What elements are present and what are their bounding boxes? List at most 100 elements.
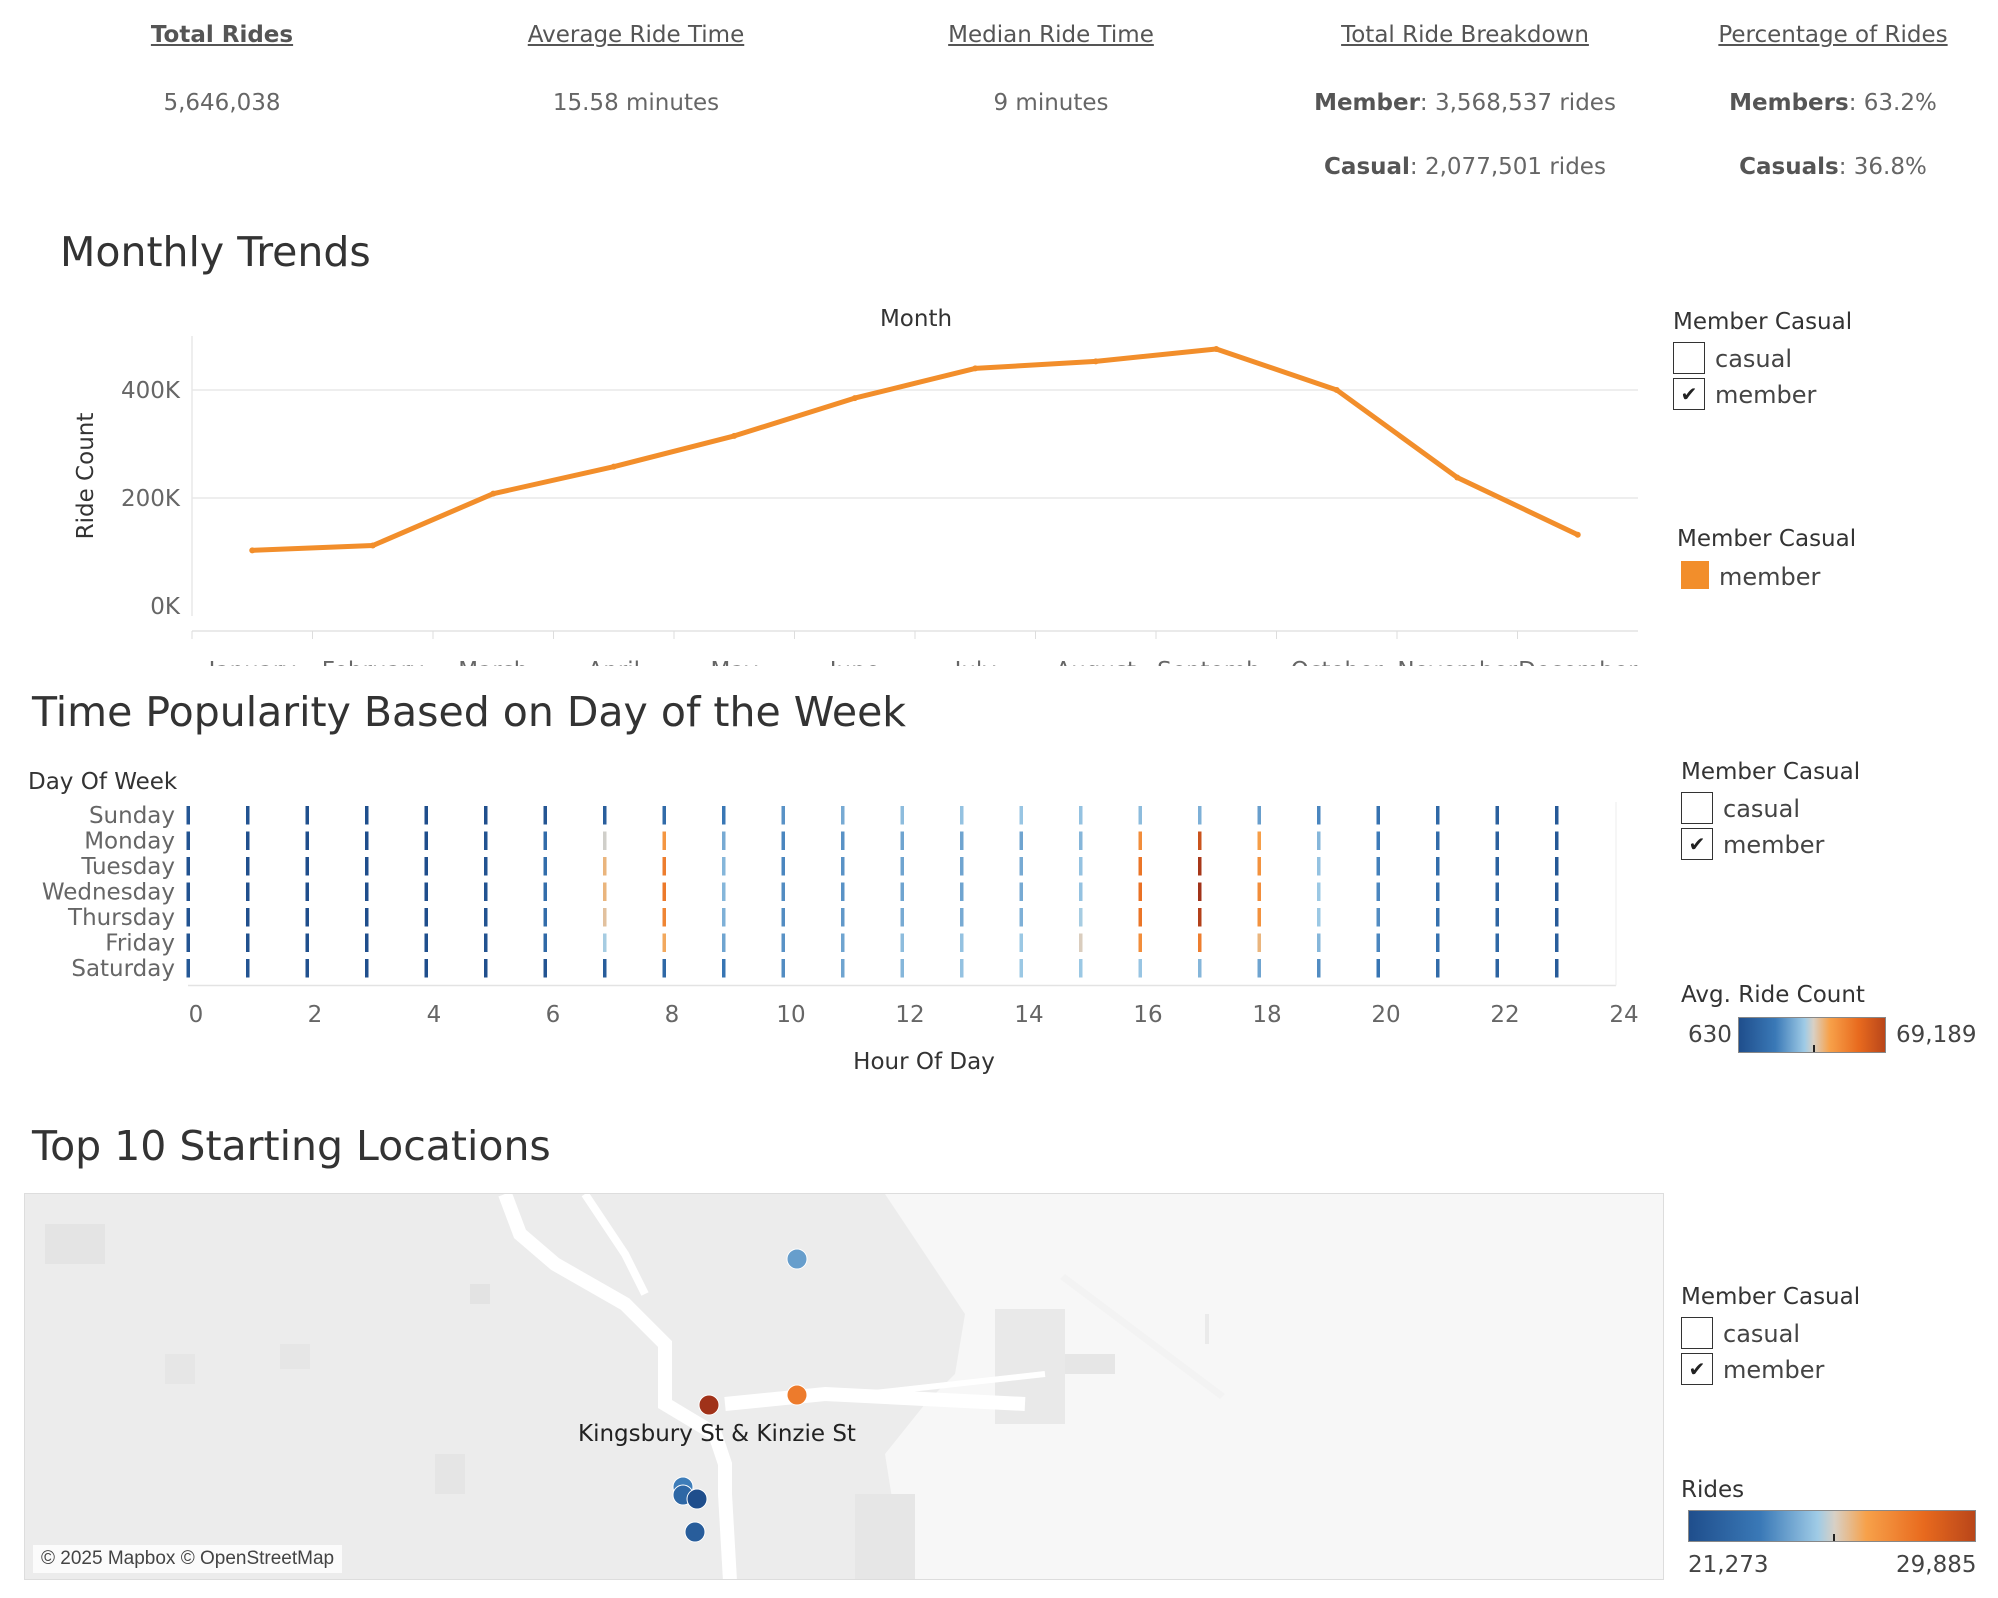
heat-mark[interactable] (246, 806, 250, 825)
heat-mark[interactable] (1495, 908, 1500, 927)
heat-mark[interactable] (722, 882, 726, 902)
location-point[interactable] (684, 1521, 706, 1543)
heat-mark[interactable] (603, 908, 607, 927)
heat-mark[interactable] (365, 959, 369, 978)
heat-mark[interactable] (900, 806, 905, 825)
heat-mark[interactable] (484, 959, 488, 978)
heat-mark[interactable] (1019, 959, 1024, 978)
heat-mark[interactable] (1198, 857, 1202, 876)
heat-mark[interactable] (1138, 857, 1143, 876)
heat-mark[interactable] (1198, 806, 1202, 825)
heat-mark[interactable] (1495, 857, 1500, 876)
heat-mark[interactable] (781, 933, 786, 953)
heat-mark[interactable] (1257, 959, 1262, 978)
heat-mark[interactable] (1079, 857, 1083, 876)
heat-mark[interactable] (1555, 908, 1559, 927)
heat-mark[interactable] (365, 933, 369, 953)
heat-mark[interactable] (1376, 959, 1381, 978)
heat-mark[interactable] (484, 857, 488, 876)
heat-mark[interactable] (186, 908, 191, 927)
location-point[interactable] (698, 1394, 720, 1416)
heat-mark[interactable] (1079, 882, 1083, 902)
heat-mark[interactable] (841, 806, 845, 825)
heat-mark[interactable] (841, 882, 845, 902)
heat-mark[interactable] (365, 806, 369, 825)
heat-mark[interactable] (1257, 831, 1262, 851)
heat-mark[interactable] (662, 908, 667, 927)
heat-mark[interactable] (543, 857, 548, 876)
heat-mark[interactable] (305, 857, 310, 876)
heat-mark[interactable] (1257, 882, 1262, 902)
heat-mark[interactable] (1436, 908, 1440, 927)
heat-mark[interactable] (484, 831, 488, 851)
heat-mark[interactable] (1317, 857, 1321, 876)
heat-mark[interactable] (1198, 959, 1202, 978)
heat-mark[interactable] (1317, 908, 1321, 927)
heat-mark[interactable] (1079, 831, 1083, 851)
heat-mark[interactable] (1198, 908, 1202, 927)
heat-mark[interactable] (722, 959, 726, 978)
locations-filter-member-label[interactable]: member (1723, 1356, 1824, 1384)
map-attribution[interactable]: © 2025 Mapbox © OpenStreetMap (33, 1545, 343, 1573)
heat-mark[interactable] (662, 959, 667, 978)
heat-mark[interactable] (841, 933, 845, 953)
heat-mark[interactable] (1138, 933, 1143, 953)
heat-mark[interactable] (305, 831, 310, 851)
heat-mark[interactable] (722, 806, 726, 825)
weekly-filter-casual-label[interactable]: casual (1723, 795, 1800, 823)
heat-mark[interactable] (246, 831, 250, 851)
heat-mark[interactable] (543, 831, 548, 851)
heat-mark[interactable] (424, 882, 429, 902)
heat-mark[interactable] (1495, 831, 1500, 851)
heat-mark[interactable] (1198, 882, 1202, 902)
heat-mark[interactable] (662, 806, 667, 825)
heat-mark[interactable] (424, 831, 429, 851)
monthly-filter-member-label[interactable]: member (1715, 381, 1816, 409)
heat-mark[interactable] (1019, 831, 1024, 851)
heat-mark[interactable] (305, 806, 310, 825)
heat-mark[interactable] (424, 857, 429, 876)
heat-mark[interactable] (1138, 806, 1143, 825)
locations-map[interactable]: Kingsbury St & Kinzie St © 2025 Mapbox ©… (24, 1193, 1664, 1580)
heat-mark[interactable] (1376, 831, 1381, 851)
heat-mark[interactable] (1555, 857, 1559, 876)
heat-mark[interactable] (781, 882, 786, 902)
heat-mark[interactable] (424, 908, 429, 927)
data-point[interactable] (851, 395, 858, 402)
heat-mark[interactable] (960, 882, 964, 902)
heat-mark[interactable] (900, 933, 905, 953)
heat-mark[interactable] (841, 831, 845, 851)
heat-mark[interactable] (960, 806, 964, 825)
heat-mark[interactable] (1198, 831, 1202, 851)
heat-mark[interactable] (662, 831, 667, 851)
heat-mark[interactable] (186, 857, 191, 876)
data-point[interactable] (1333, 387, 1340, 393)
heat-mark[interactable] (1376, 806, 1381, 825)
data-point[interactable] (1454, 474, 1461, 481)
heat-mark[interactable] (305, 882, 310, 902)
heat-mark[interactable] (1079, 959, 1083, 978)
heat-mark[interactable] (484, 908, 488, 927)
heat-mark[interactable] (603, 857, 607, 876)
heat-mark[interactable] (1138, 831, 1143, 851)
heat-mark[interactable] (1257, 908, 1262, 927)
heat-mark[interactable] (900, 831, 905, 851)
heat-mark[interactable] (603, 831, 607, 851)
heat-mark[interactable] (1495, 959, 1500, 978)
heat-mark[interactable] (1019, 908, 1024, 927)
heat-mark[interactable] (960, 908, 964, 927)
heat-mark[interactable] (543, 959, 548, 978)
heat-mark[interactable] (1376, 933, 1381, 953)
heat-mark[interactable] (722, 933, 726, 953)
heat-mark[interactable] (603, 882, 607, 902)
heat-mark[interactable] (424, 933, 429, 953)
location-point[interactable] (786, 1248, 808, 1270)
heat-mark[interactable] (543, 908, 548, 927)
heat-mark[interactable] (365, 908, 369, 927)
heat-mark[interactable] (424, 806, 429, 825)
data-point[interactable] (610, 463, 617, 470)
heat-mark[interactable] (186, 831, 191, 851)
heat-mark[interactable] (960, 857, 964, 876)
heat-mark[interactable] (365, 831, 369, 851)
heat-mark[interactable] (1555, 806, 1559, 825)
